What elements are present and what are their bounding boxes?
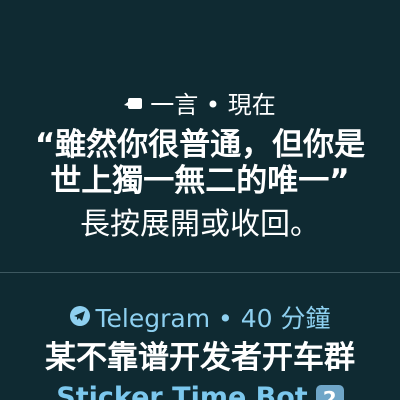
telegram-notification[interactable]: Telegram • 40 分鐘 某不靠谱开发者开车群 Sticker Time… bbox=[0, 273, 400, 400]
watch-screen: 一言 • 現在 “雖然你很普通，但你是 世上獨一無二的唯一” 長按展開或收回。 … bbox=[0, 0, 400, 400]
speech-bubble-icon bbox=[124, 89, 144, 119]
quote-line-1: “雖然你很普通，但你是 bbox=[34, 127, 366, 163]
telegram-sender-name: Sticker Time Bot bbox=[56, 382, 308, 400]
telegram-app-time: Telegram • 40 分鐘 bbox=[95, 304, 331, 333]
expand-hint: 長按展開或收回。 bbox=[80, 207, 320, 242]
telegram-icon bbox=[69, 302, 90, 334]
quote-text: “雖然你很普通，但你是 世上獨一無二的唯一” bbox=[0, 127, 400, 199]
telegram-chat-title: 某不靠谱开发者开车群 bbox=[45, 340, 355, 376]
quote-line-2: 世上獨一無二的唯一” bbox=[50, 163, 350, 199]
notification-app-time: 一言 • 現在 bbox=[150, 91, 276, 119]
hitokoto-notification[interactable]: 一言 • 現在 “雖然你很普通，但你是 世上獨一無二的唯一” 長按展開或收回。 bbox=[0, 0, 400, 272]
telegram-meta: Telegram • 40 分鐘 bbox=[0, 303, 400, 336]
telegram-sender: Sticker Time Bot 2 bbox=[0, 381, 400, 400]
keycap-digit-icon: 2 bbox=[315, 384, 344, 400]
notification-meta: 一言 • 現在 bbox=[0, 90, 400, 121]
